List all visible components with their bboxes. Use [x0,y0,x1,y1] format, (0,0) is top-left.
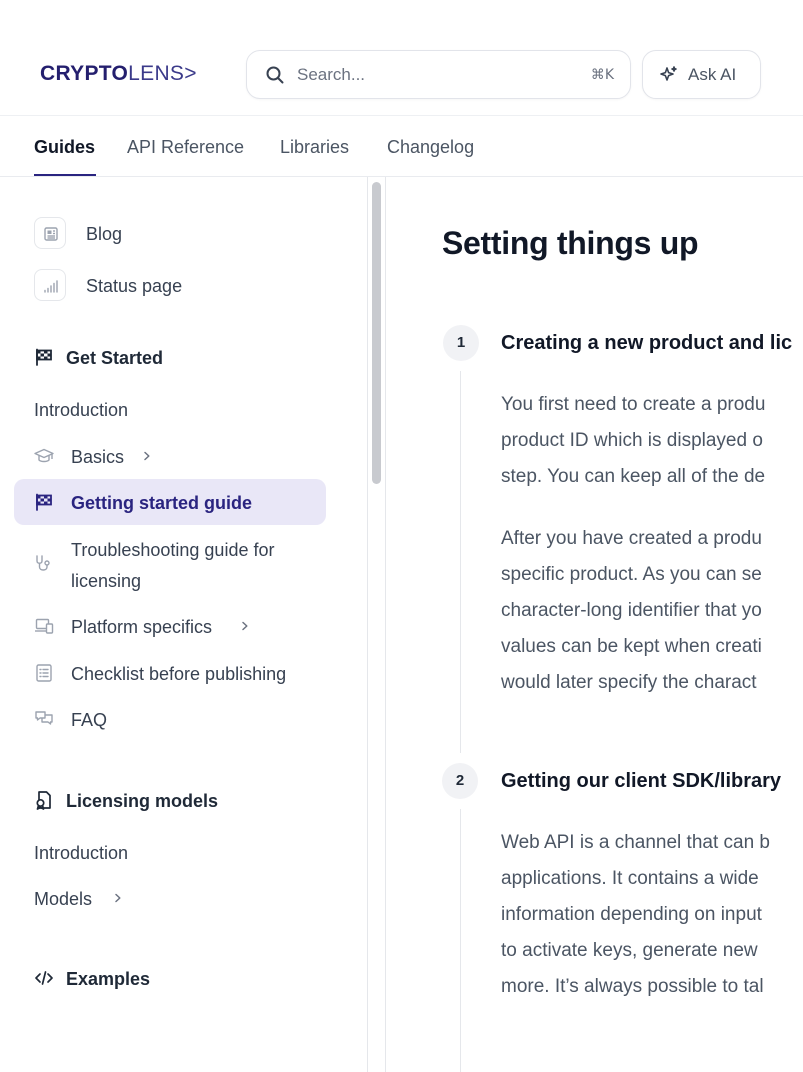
sidebar-item-getting-started-guide[interactable]: Getting started guide [71,492,252,514]
paragraph-line: step. You can keep all of the de [501,466,766,487]
ask-ai-label: Ask AI [688,65,737,84]
top-nav-tabs: Guides API Reference Libraries Changelog [0,116,803,177]
search-shortcut: ⌘K [590,67,614,83]
newspaper-icon [34,217,66,249]
paragraph-line: Web API is a channel that can b [501,832,770,853]
section-title-examples: Examples [66,969,151,989]
tab-api-reference[interactable]: API Reference [127,136,244,158]
paragraph-line: After you have created a produ [501,528,762,549]
paragraph-line: more. It’s always possible to tal [501,976,764,997]
paragraph-line: applications. It contains a wide [501,868,759,889]
sparkles-icon [660,66,677,81]
chevron-right-icon[interactable] [142,451,152,461]
paragraph-line: would later specify the charact [501,672,757,693]
step-paragraph: Web API is a channel that can b applicat… [501,825,770,1005]
paragraph-line: to activate keys, generate new [501,940,758,961]
step-paragraph: You first need to create a produ product… [501,387,765,495]
search-box[interactable]: Search... ⌘K [246,50,631,99]
signal-bars-icon [34,269,66,301]
code-icon [35,971,53,985]
logo-text-bold: CRYPTO [40,62,129,85]
active-tab-indicator [34,174,96,176]
stethoscope-icon [36,555,50,571]
search-icon [266,66,284,84]
search-placeholder: Search... [297,65,366,84]
section-title-get-started: Get Started [66,348,164,368]
sidebar-item-checklist[interactable]: Checklist before publishing [71,663,286,685]
step-connector-line [460,809,461,1072]
paragraph-line: You first need to create a produ [501,394,766,415]
step-title: Getting our client SDK/library [501,770,782,792]
step-paragraph: After you have created a produ specific … [501,521,762,701]
chevron-right-icon[interactable] [240,621,250,631]
logo-text-light: LENS> [128,62,197,85]
sidebar-item-troubleshooting-line2[interactable]: licensing [71,570,141,592]
content-divider [385,177,386,1072]
sidebar-scrollbar[interactable] [370,180,382,1072]
flag-icon [36,493,52,511]
flag-icon [36,348,52,366]
section-title-licensing-models: Licensing models [66,791,219,811]
paragraph-line: values can be kept when creati [501,636,762,657]
tab-libraries[interactable]: Libraries [280,136,349,158]
sidebar-item-troubleshooting-line1[interactable]: Troubleshooting guide for [71,539,274,561]
sidebar-item-introduction[interactable]: Introduction [34,399,128,421]
license-document-icon [36,791,51,810]
sidebar-item-faq[interactable]: FAQ [71,709,107,731]
step-title: Creating a new product and lic [501,332,793,354]
top-header: CRYPTOLENS> Search... ⌘K Ask AI [0,0,803,115]
sidebar-item-models[interactable]: Models [34,888,92,910]
page-title: Setting things up [442,225,699,261]
chat-bubbles-icon [35,711,53,725]
paragraph-line: product ID which is displayed o [501,430,763,451]
chevron-right-icon[interactable] [113,893,123,903]
step-connector-line [460,371,461,753]
cryptolens-logo[interactable]: CRYPTOLENS> [40,62,197,86]
paragraph-line: information depending on input [501,904,762,925]
tab-changelog[interactable]: Changelog [387,136,474,158]
checklist-icon [36,664,52,682]
sidebar-item-basics[interactable]: Basics [71,446,124,468]
paragraph-line: specific product. As you can se [501,564,762,585]
sidebar-item-platform-specifics[interactable]: Platform specifics [71,616,212,638]
devices-icon [35,618,54,634]
step-number-badge: 1 [443,325,479,361]
sidebar-item-blog[interactable]: Blog [86,223,122,245]
sidebar-item-status-page[interactable]: Status page [86,275,182,297]
graduation-cap-icon [34,448,54,463]
sidebar-item-licensing-introduction[interactable]: Introduction [34,842,128,864]
ask-ai-button[interactable]: Ask AI [642,50,761,99]
scrollbar-thumb[interactable] [372,182,381,484]
paragraph-line: character-long identifier that yo [501,600,762,621]
step-number-badge: 2 [442,763,478,799]
tab-guides[interactable]: Guides [34,136,95,158]
